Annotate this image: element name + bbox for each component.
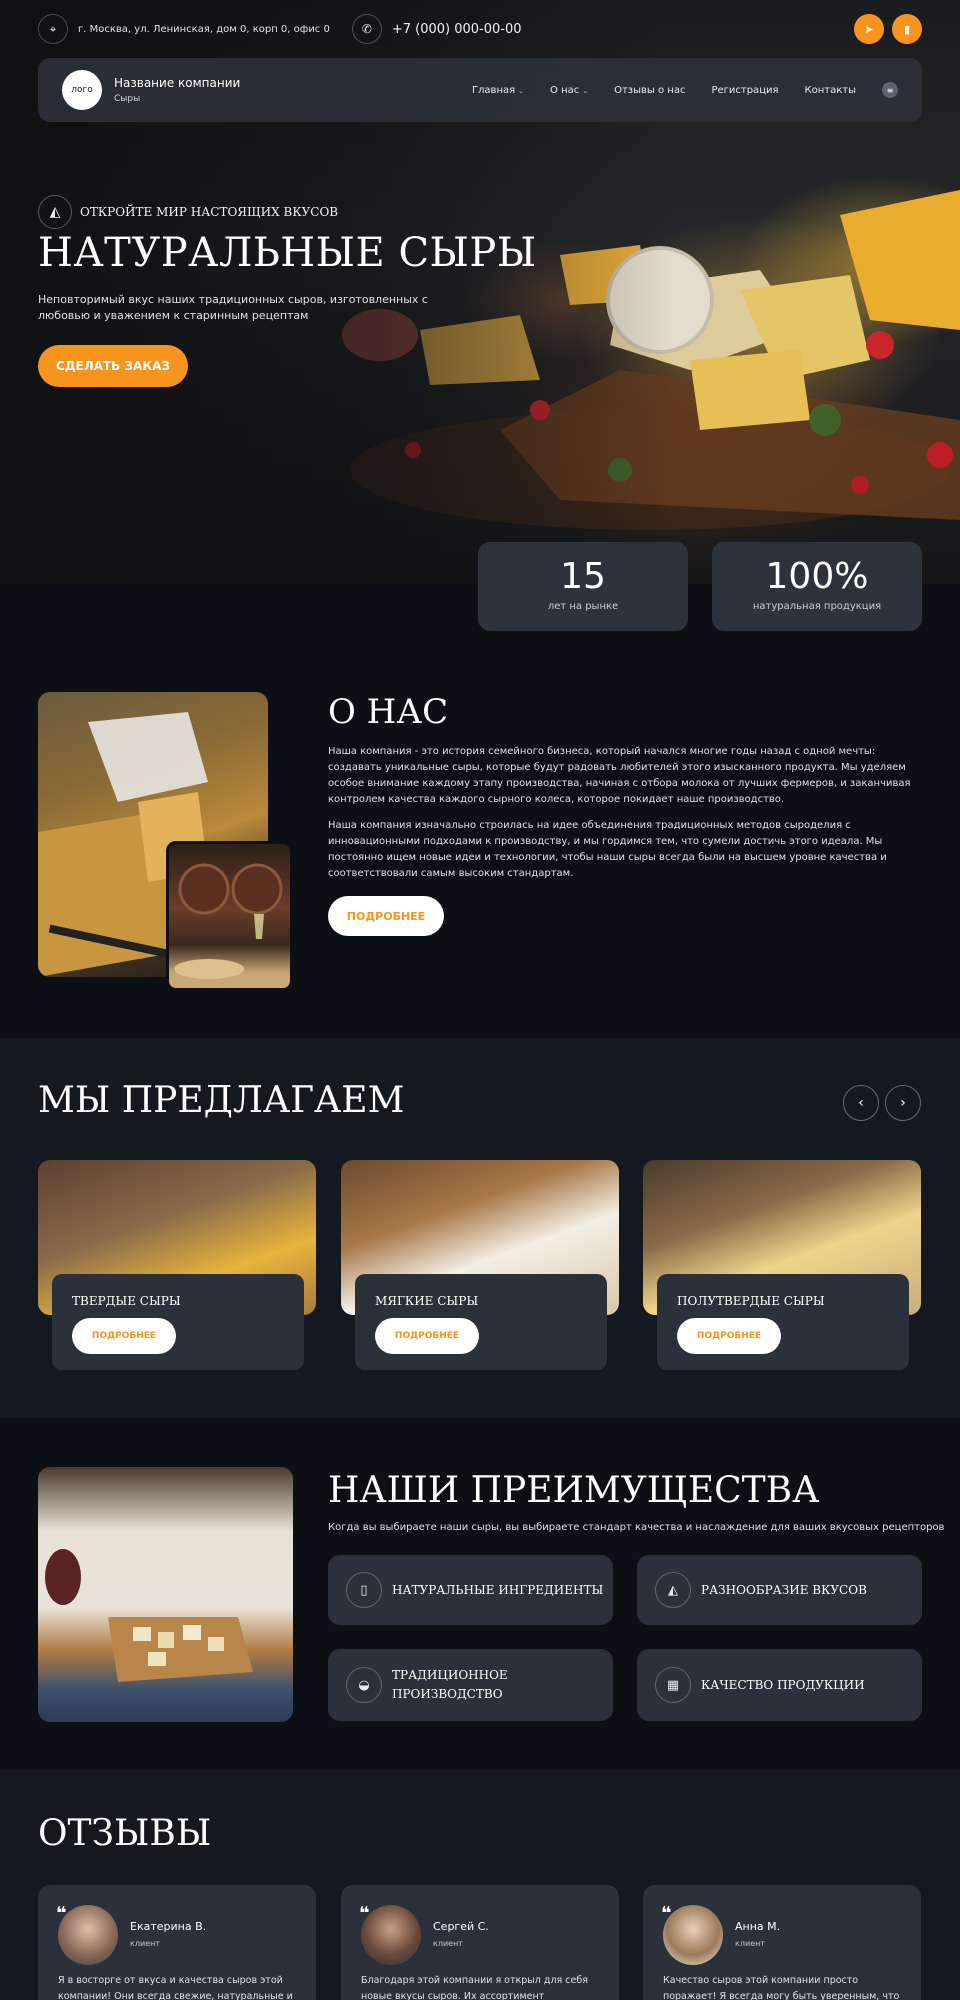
phone-block[interactable]: ✆ +7 (000) 000-00-00 (351, 14, 522, 44)
nav-item-about[interactable]: О нас ⌄ (550, 85, 588, 96)
product-more-button[interactable]: ПОДРОБНЕЕ (677, 1318, 781, 1354)
chevron-down-icon: ⌄ (582, 86, 589, 95)
nav-item-label: Главная (471, 84, 516, 96)
advantage-label: ТРАДИЦИОННОЕ ПРОИЗВОДСТВО (392, 1668, 508, 1701)
quote-icon: ❝ (56, 1903, 67, 1924)
menu-icon[interactable]: ≡ (882, 82, 898, 98)
review-card: ❝ Сергей С. клиент Благодаря этой компан… (341, 1885, 619, 2000)
phone-icon: ✆ (351, 14, 382, 44)
reviewer-role: клиент (130, 1939, 160, 1948)
advantages-image-cheese-platter (38, 1467, 293, 1722)
company-subtitle: Сыры (114, 94, 141, 104)
review-text: Благодаря этой компании я открыл для себ… (361, 1975, 588, 2000)
hero-tagline: ◭ ОТКРОЙТЕ МИР НАСТОЯЩИХ ВКУСОВ (38, 195, 338, 229)
next-arrow-icon[interactable]: › (885, 1085, 921, 1121)
avatar (361, 1905, 421, 1965)
advantage-card-variety: ◭ РАЗНООБРАЗИЕ ВКУСОВ (637, 1555, 922, 1625)
hero-tagline-text: ОТКРОЙТЕ МИР НАСТОЯЩИХ ВКУСОВ (80, 205, 339, 219)
product-card-semi-hard: ПОЛУТВЕРДЫЕ СЫРЫ ПОДРОБНЕЕ (657, 1274, 909, 1370)
milk-bottle-icon: ▯ (346, 1572, 382, 1608)
reviewer-name: Анна М. (735, 1920, 781, 1933)
cheese-wheel-icon: ◒ (346, 1667, 382, 1703)
product-card-hard: ТВЕРДЫЕ СЫРЫ ПОДРОБНЕЕ (52, 1274, 304, 1370)
product-name: ПОЛУТВЕРДЫЕ СЫРЫ (677, 1294, 825, 1308)
advantage-label: РАЗНООБРАЗИЕ ВКУСОВ (701, 1582, 867, 1597)
about-paragraph-2: Наша компания изначально строилась на ид… (328, 820, 887, 879)
stat-label: натуральная продукция (752, 601, 882, 612)
review-card: ❝ Екатерина В. клиент Я в восторге от вк… (38, 1885, 316, 2000)
product-more-button[interactable]: ПОДРОБНЕЕ (375, 1318, 479, 1354)
advantages-title: НАШИ ПРЕИМУЩЕСТВА (328, 1470, 820, 1511)
nav-item-contacts[interactable]: Контакты (805, 85, 856, 96)
address-text: г. Москва, ул. Ленинская, дом 0, корп 0,… (78, 23, 330, 35)
product-card-soft: МЯГКИЕ СЫРЫ ПОДРОБНЕЕ (355, 1274, 607, 1370)
stat-card-years: 15 лет на рынке (478, 542, 688, 631)
nav-menu: Главная ⌄ О нас ⌄ Отзывы о нас Регистрация… (472, 82, 898, 98)
nav-item-label: О нас (550, 84, 580, 96)
top-bar: ⌖ г. Москва, ул. Ленинская, дом 0, корп … (38, 14, 922, 44)
chevron-down-icon: ⌄ (518, 86, 525, 95)
cheese-icon: ◭ (38, 195, 72, 229)
product-more-button[interactable]: ПОДРОБНЕЕ (72, 1318, 176, 1354)
offer-title: МЫ ПРЕДЛАГАЕМ (38, 1080, 405, 1121)
stat-value: 15 (560, 556, 606, 597)
hero-title: НАТУРАЛЬНЫЕ СЫРЫ (38, 230, 537, 276)
stat-value: 100% (765, 556, 869, 597)
brand-block: Название компании Сыры (114, 76, 240, 104)
main-navbar: лого Название компании Сыры Главная ⌄ О н… (38, 58, 922, 122)
nav-item-home[interactable]: Главная ⌄ (472, 85, 524, 96)
advantage-label: КАЧЕСТВО ПРОДУКЦИИ (701, 1677, 865, 1692)
cheese-board-icon: ▦ (655, 1667, 691, 1703)
cheese-icon: ◭ (655, 1572, 691, 1608)
advantage-label: НАТУРАЛЬНЫЕ ИНГРЕДИЕНТЫ (392, 1582, 604, 1597)
stat-label: лет на рынке (547, 601, 619, 612)
phone-text[interactable]: +7 (000) 000-00-00 (392, 22, 522, 37)
stat-card-natural: 100% натуральная продукция (712, 542, 922, 631)
about-title: О НАС (328, 692, 449, 732)
logo[interactable]: лого (62, 70, 102, 110)
company-name: Название компании (114, 76, 241, 90)
advantage-card-traditional: ◒ ТРАДИЦИОННОЕ ПРОИЗВОДСТВО (328, 1649, 613, 1721)
advantage-card-quality: ▦ КАЧЕСТВО ПРОДУКЦИИ (637, 1649, 922, 1721)
product-name: МЯГКИЕ СЫРЫ (375, 1294, 479, 1308)
telegram-icon[interactable]: ➤ (854, 14, 884, 44)
prev-arrow-icon[interactable]: ‹ (843, 1085, 879, 1121)
reviews-title: ОТЗЫВЫ (38, 1813, 212, 1854)
order-button[interactable]: СДЕЛАТЬ ЗАКАЗ (38, 345, 188, 387)
reviewer-name: Екатерина В. (130, 1920, 207, 1933)
about-more-button[interactable]: ПОДРОБНЕЕ (328, 896, 444, 936)
quote-icon: ❝ (359, 1903, 370, 1924)
whatsapp-icon[interactable]: ▮ (892, 14, 922, 44)
reviewer-name: Сергей С. (433, 1920, 489, 1933)
product-name: ТВЕРДЫЕ СЫРЫ (72, 1294, 181, 1308)
advantages-subtitle: Когда вы выбираете наши сыры, вы выбирае… (328, 1522, 945, 1533)
review-card: ❝ Анна М. клиент Качество сыров этой ком… (643, 1885, 921, 2000)
nav-item-reviews[interactable]: Отзывы о нас (614, 85, 685, 96)
about-paragraph-1: Наша компания - это история семейного би… (328, 746, 911, 805)
social-links: ➤ ▮ (854, 14, 922, 44)
review-text: Качество сыров этой компании просто пора… (663, 1975, 900, 2000)
review-text: Я в восторге от вкуса и качества сыров э… (58, 1975, 293, 2000)
location-pin-icon: ⌖ (38, 14, 68, 44)
about-image-wine-barrels (166, 841, 293, 991)
quote-icon: ❝ (661, 1903, 672, 1924)
advantage-card-natural: ▯ НАТУРАЛЬНЫЕ ИНГРЕДИЕНТЫ (328, 1555, 613, 1625)
avatar (663, 1905, 723, 1965)
avatar (58, 1905, 118, 1965)
nav-item-registration[interactable]: Регистрация (711, 85, 778, 96)
reviewer-role: клиент (433, 1939, 463, 1948)
reviewer-role: клиент (735, 1939, 765, 1948)
hero-description: Неповторимый вкус наших традиционных сыр… (38, 293, 428, 322)
